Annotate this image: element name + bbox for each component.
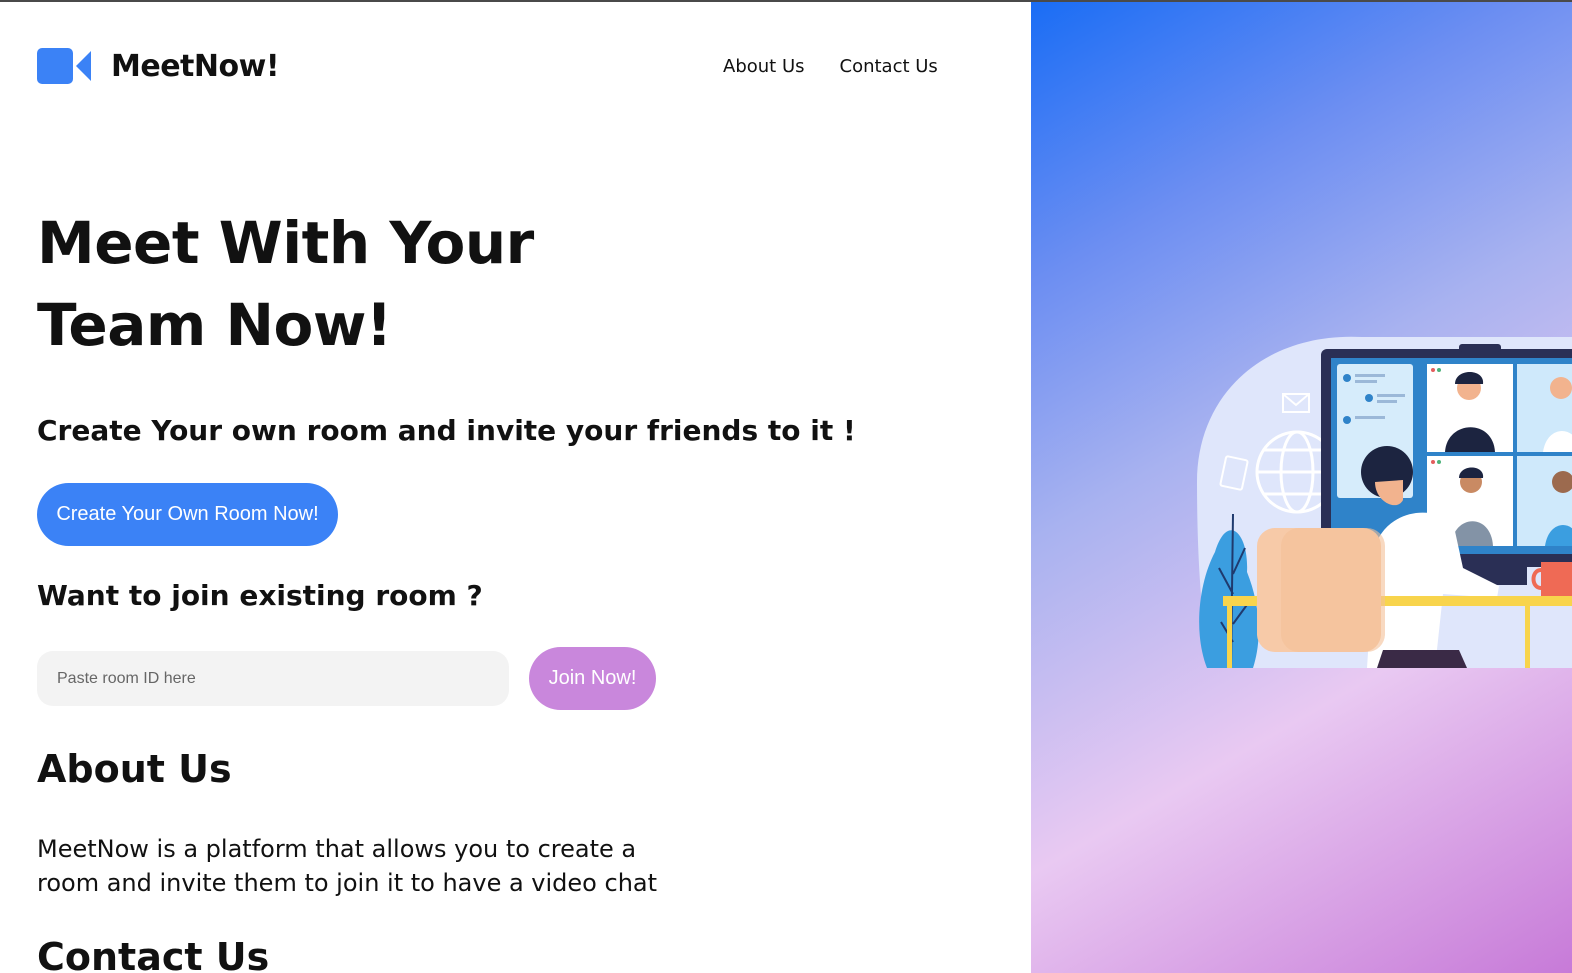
video-conference-illustration bbox=[1197, 336, 1572, 668]
video-camera-icon bbox=[37, 48, 91, 84]
join-room-label: Want to join existing room ? bbox=[37, 579, 483, 612]
about-text: MeetNow is a platform that allows you to… bbox=[37, 835, 658, 897]
join-room-button[interactable]: Join Now! bbox=[529, 647, 656, 710]
nav-about-link[interactable]: About Us bbox=[723, 56, 805, 77]
about-heading: About Us bbox=[37, 747, 232, 791]
hero-subtitle: Create Your own room and invite your fri… bbox=[37, 414, 856, 447]
top-nav: About Us Contact Us bbox=[723, 56, 938, 77]
room-id-input[interactable] bbox=[37, 651, 509, 706]
main-panel: MeetNow! About Us Contact Us Meet With Y… bbox=[0, 2, 1031, 973]
contact-heading: Contact Us bbox=[37, 935, 270, 973]
nav-contact-link[interactable]: Contact Us bbox=[840, 56, 938, 77]
brand-logo[interactable]: MeetNow! bbox=[37, 48, 280, 84]
create-room-button[interactable]: Create Your Own Room Now! bbox=[37, 483, 338, 546]
brand-name: MeetNow! bbox=[111, 48, 280, 84]
chair-icon bbox=[1257, 528, 1385, 652]
hero-title: Meet With Your Team Now! bbox=[37, 209, 534, 359]
hero-gradient-panel bbox=[1031, 2, 1572, 973]
